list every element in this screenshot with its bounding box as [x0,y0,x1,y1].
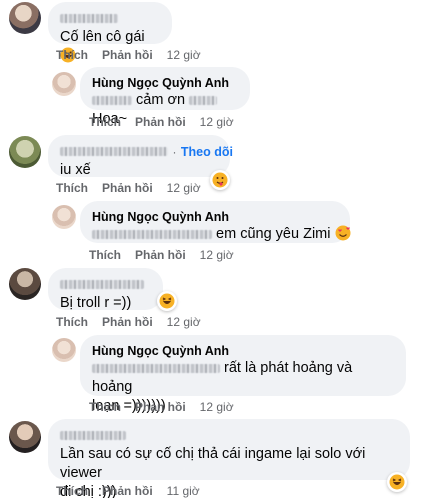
comment-text: iu xế [60,162,91,178]
comment-actions: Thích Phản hồi 12 giờ [56,48,201,62]
avatar[interactable] [9,2,41,34]
comment-bubble: Cố lên cô gái [48,2,172,63]
timestamp[interactable]: 11 giờ [167,484,200,498]
comment-actions: Thích Phản hồi 12 giờ [89,400,234,414]
redacted-text [189,95,218,105]
comment-actions: Thích Phản hồi 12 giờ [56,315,201,329]
timestamp[interactable]: 12 giờ [167,315,201,329]
timestamp[interactable]: 12 giờ [200,248,234,262]
comment-author-redacted[interactable] [60,276,151,294]
reply-link[interactable]: Phản hồi [102,315,153,329]
timestamp[interactable]: 12 giờ [200,115,234,129]
reply-link[interactable]: Phản hồi [102,484,153,498]
follow-button[interactable]: Theo dõi [181,145,233,159]
reply-link[interactable]: Phản hồi [135,115,186,129]
redacted-text [92,363,220,373]
like-link[interactable]: Thích [89,400,121,414]
timestamp[interactable]: 12 giờ [200,400,234,414]
timestamp[interactable]: 12 giờ [167,48,201,62]
comment-author-redacted[interactable] [60,427,398,445]
comment-actions: Thích Phản hồi 12 giờ [56,181,201,195]
timestamp[interactable]: 12 giờ [167,181,201,195]
comment-actions: Thích Phản hồi 12 giờ [89,115,234,129]
reply-bubble: Hùng Ngọc Quỳnh Anh cảm ơn Hoa~ [80,67,250,127]
comment-author[interactable]: Hùng Ngọc Quỳnh Anh [92,75,238,91]
comment-text: Lần sau có sự cố chị thả cái ingame lại … [60,446,366,481]
avatar[interactable] [9,421,41,453]
avatar[interactable] [52,72,76,96]
reply-link[interactable]: Phản hồi [135,400,186,414]
comment-actions: Thích Phản hồi 12 giờ [89,248,234,262]
comment-actions: Thích Phản hồi 11 giờ [56,484,200,498]
reaction-badge[interactable] [210,170,230,190]
like-link[interactable]: Thích [56,315,88,329]
comment-bubble: Bị troll r =)) [48,268,163,311]
haha-icon [159,293,175,309]
care-icon [212,172,228,188]
like-link[interactable]: Thích [56,48,88,62]
reaction-badge[interactable] [157,291,177,311]
redacted-text [92,229,212,239]
reply-bubble: Hùng Ngọc Quỳnh Anh rất là phát hoảng và… [80,335,406,414]
like-link[interactable]: Thích [56,484,88,498]
haha-icon [389,474,405,490]
like-link[interactable]: Thích [89,248,121,262]
like-link[interactable]: Thích [56,181,88,195]
reply-link[interactable]: Phản hồi [102,181,153,195]
reply-link[interactable]: Phản hồi [135,248,186,262]
avatar[interactable] [52,338,76,362]
reply-bubble: Hùng Ngọc Quỳnh Anh em cũng yêu Zimi [80,201,350,243]
comment-text: Bị troll r =)) [60,295,132,311]
avatar[interactable] [52,205,76,229]
comment-bubble: · Theo dõi iu xế [48,135,233,178]
comment-text: Cố lên cô gái [60,29,145,45]
comment-author-redacted[interactable] [60,10,160,28]
avatar[interactable] [9,268,41,300]
comment-author[interactable]: Hùng Ngọc Quỳnh Anh [92,343,394,359]
comment-bubble: Lần sau có sự cố chị thả cái ingame lại … [48,419,410,498]
comment-text: cảm ơn [136,92,186,108]
like-link[interactable]: Thích [89,115,121,129]
comment-author[interactable]: Hùng Ngọc Quỳnh Anh [92,209,338,225]
smiling-hearts-emoji-icon [335,225,350,241]
reply-link[interactable]: Phản hồi [102,48,153,62]
follow-separator: · [172,145,177,159]
redacted-text [92,95,132,105]
comment-author-redacted[interactable] [60,147,168,157]
comment-text: em cũng yêu Zimi [216,226,331,242]
avatar[interactable] [9,136,41,168]
reaction-badge[interactable] [387,472,407,492]
